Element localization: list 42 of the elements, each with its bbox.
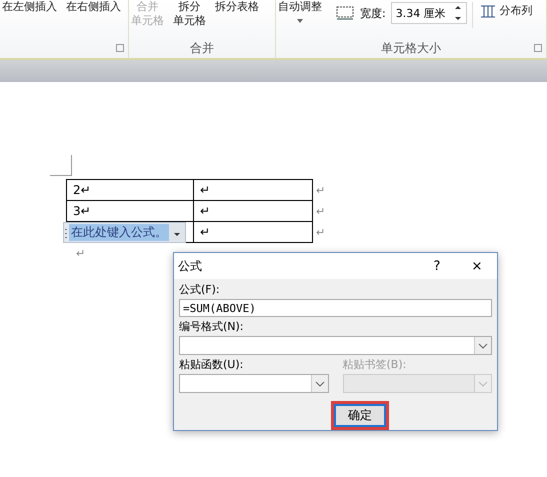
table-cell: 3↵ <box>73 204 91 218</box>
insert-button[interactable]: 在左侧插入 <box>0 0 59 14</box>
group-label: 单元格大小 <box>381 40 441 56</box>
autofit-button[interactable]: 自动调整 <box>276 0 324 24</box>
merge-split-button[interactable]: 拆分表格 <box>213 0 261 14</box>
help-button[interactable]: ? <box>417 258 457 274</box>
row-end-mark: ↵ <box>316 184 326 197</box>
dialog-title: 公式 <box>178 258 202 274</box>
chevron-down-icon <box>474 337 491 354</box>
row-end-mark: ↵ <box>316 226 326 239</box>
row-end-mark: ↵ <box>316 205 326 218</box>
table-cell: ↵ <box>200 225 210 239</box>
merge-split-button[interactable]: 拆分 单元格 <box>171 0 208 28</box>
field-label: 粘贴函数(U): <box>179 357 244 372</box>
paste-function-combo[interactable] <box>179 374 328 393</box>
ok-button[interactable]: 确定 <box>334 404 386 427</box>
close-button[interactable]: × <box>457 258 497 274</box>
caret-icon <box>296 18 304 24</box>
spinner-icon[interactable] <box>454 3 462 23</box>
paragraph-mark: ↵ <box>76 247 86 260</box>
distribute-columns-button[interactable]: 分布列 <box>478 4 535 18</box>
dialog-launcher-icon[interactable] <box>116 44 124 52</box>
chevron-down-icon <box>474 375 491 392</box>
dialog-launcher-icon[interactable] <box>534 44 542 52</box>
grip-icon[interactable] <box>64 226 69 238</box>
field-label: 粘贴书签(B): <box>342 357 408 372</box>
group-label: 合并 <box>190 40 214 56</box>
table-cell: ↵ <box>200 204 210 218</box>
column-width-icon <box>335 5 355 21</box>
insert-button[interactable]: 在右侧插入 <box>64 0 123 14</box>
width-label: 宽度: <box>360 6 386 21</box>
field-label: 公式(F): <box>179 282 221 297</box>
formula-placeholder-field[interactable]: 在此处键入公式。 <box>63 222 186 243</box>
formula-field[interactable]: =SUM(ABOVE) <box>179 299 492 317</box>
table-cell: ↵ <box>200 183 210 197</box>
text-boundary-mark <box>50 155 72 176</box>
table-cell: 2↵ <box>73 183 91 197</box>
columns-icon <box>480 4 496 18</box>
chevron-down-icon <box>310 375 328 392</box>
field-label: 编号格式(N): <box>179 319 245 334</box>
width-field[interactable]: 3.34 厘米 <box>390 2 467 24</box>
number-format-combo[interactable] <box>179 336 492 355</box>
